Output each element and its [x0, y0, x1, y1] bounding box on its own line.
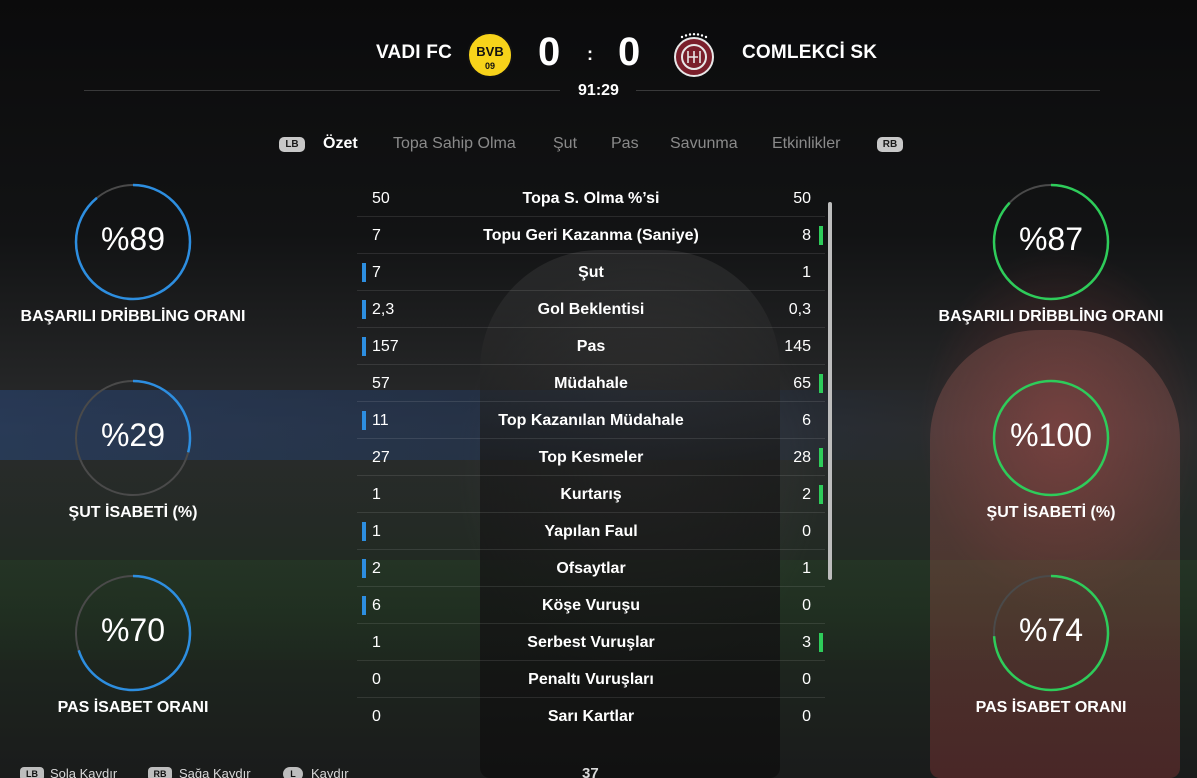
- stat-label: Serbest Vuruşlar: [527, 634, 655, 651]
- stat-row: 2 Ofsaytlar 1: [357, 550, 825, 587]
- home-shot-accuracy-gauge: %29 ŞUT İSABETİ (%): [19, 379, 247, 529]
- stat-row: 1 Yapılan Faul 0: [357, 513, 825, 550]
- away-stat-value: 0,3: [788, 301, 811, 318]
- away-stat-value: 50: [793, 190, 811, 207]
- score-separator: :: [587, 44, 593, 64]
- stat-row: 2,3 Gol Beklentisi 0,3: [357, 291, 825, 328]
- home-crest-sub: 09: [485, 61, 495, 71]
- page-number: 37: [582, 765, 599, 778]
- stat-label: Top Kesmeler: [538, 449, 644, 466]
- stat-row: 7 Topu Geri Kazanma (Saniye) 8: [357, 217, 825, 254]
- away-shot-accuracy-gauge: %100 ŞUT İSABETİ (%): [937, 379, 1165, 529]
- tab-defending[interactable]: Savunma: [670, 135, 738, 153]
- away-stat-value: 1: [802, 264, 811, 281]
- away-stat-value: 2: [802, 486, 811, 503]
- gauge-value: %70: [100, 612, 166, 648]
- tab-events[interactable]: Etkinlikler: [772, 135, 840, 153]
- away-stat-value: 3: [802, 634, 811, 651]
- away-team-crest-icon: [674, 33, 714, 77]
- stat-label: Kurtarış: [560, 486, 622, 503]
- away-stat-value: 6: [802, 412, 811, 429]
- away-stat-value: 145: [784, 338, 811, 355]
- away-stat-value: 65: [793, 375, 811, 392]
- away-dribble-gauge: %87 BAŞARILI DRİBBLİNG ORANI: [937, 183, 1165, 333]
- stats-scrollbar[interactable]: [828, 202, 832, 580]
- home-team-crest-icon: BVB 09: [467, 32, 513, 78]
- hint-scroll-right[interactable]: Sağa Kaydır: [179, 766, 251, 778]
- home-dribble-gauge: %89 BAŞARILI DRİBBLİNG ORANI: [19, 183, 247, 333]
- rb-button-icon[interactable]: RB: [877, 137, 903, 152]
- stat-label: Gol Beklentisi: [537, 301, 645, 318]
- stat-row: 7 Şut 1: [357, 254, 825, 291]
- stat-label: Köşe Vuruşu: [541, 597, 641, 614]
- away-team-name: COMLEKCİ SK: [742, 42, 878, 63]
- hint-scroll[interactable]: Kaydır: [311, 766, 349, 778]
- controller-hints: LB Sola Kaydır RB Sağa Kaydır L Kaydır 3…: [0, 762, 1197, 778]
- tab-passing[interactable]: Pas: [611, 135, 639, 153]
- rb-button-icon: RB: [148, 767, 172, 778]
- gauge-value: %87: [1018, 221, 1084, 257]
- stat-row: 6 Köşe Vuruşu 0: [357, 587, 825, 624]
- tab-summary[interactable]: Özet: [323, 135, 358, 153]
- stat-row: 11 Top Kazanılan Müdahale 6: [357, 402, 825, 439]
- gauge-label: BAŞARILI DRİBBLİNG ORANI: [20, 308, 246, 325]
- gauge-label: ŞUT İSABETİ (%): [986, 504, 1116, 521]
- lb-button-icon[interactable]: LB: [279, 137, 305, 152]
- stat-label: Topa S. Olma %’si: [522, 190, 660, 207]
- stat-row: 57 Müdahale 65: [357, 365, 825, 402]
- stat-label: Sarı Kartlar: [547, 708, 635, 725]
- gauge-value: %74: [1018, 612, 1084, 648]
- home-team-name: VADI FC: [376, 42, 452, 63]
- gauge-value: %29: [100, 417, 166, 453]
- stats-tabs: LB Özet Topa Sahip Olma Şut Pas Savunma …: [0, 132, 1197, 158]
- away-stat-value: 1: [802, 560, 811, 577]
- stat-label: Ofsaytlar: [556, 560, 626, 577]
- stat-row: 27 Top Kesmeler 28: [357, 439, 825, 476]
- stat-row: 0 Penaltı Vuruşları 0: [357, 661, 825, 698]
- stat-row: 157 Pas 145: [357, 328, 825, 365]
- gauge-label: BAŞARILI DRİBBLİNG ORANI: [938, 308, 1164, 325]
- away-stat-value: 0: [802, 708, 811, 725]
- scoreboard: VADI FC BVB 09 0 : 0 COMLEKCİ SK: [0, 26, 1197, 82]
- stat-label: Penaltı Vuruşları: [528, 671, 654, 688]
- stat-label: Top Kazanılan Müdahale: [498, 412, 684, 429]
- stat-label: Topu Geri Kazanma (Saniye): [483, 227, 699, 244]
- gauge-label: PAS İSABET ORANI: [975, 699, 1127, 716]
- match-clock: 91:29: [578, 82, 619, 99]
- away-stat-value: 0: [802, 597, 811, 614]
- stat-label: Pas: [576, 338, 606, 355]
- away-pass-accuracy-gauge: %74 PAS İSABET ORANI: [937, 574, 1165, 724]
- away-stat-value: 28: [793, 449, 811, 466]
- away-score: 0: [618, 30, 641, 74]
- away-stat-value: 8: [802, 227, 811, 244]
- match-stats-table[interactable]: 50 Topa S. Olma %’si 50 7 Topu Geri Kazanma …: [357, 180, 825, 735]
- gauge-label: PAS İSABET ORANI: [57, 699, 209, 716]
- home-score: 0: [538, 30, 561, 74]
- tab-shots[interactable]: Şut: [553, 135, 577, 153]
- stat-label: Müdahale: [554, 375, 628, 392]
- stat-label: Şut: [578, 264, 604, 281]
- left-stick-icon: L: [283, 767, 303, 778]
- stat-row: 1 Serbest Vuruşlar 3: [357, 624, 825, 661]
- home-crest-text: BVB: [476, 44, 503, 59]
- stat-row: 1 Kurtarış 2: [357, 476, 825, 513]
- stat-row: 0 Sarı Kartlar 0: [357, 698, 825, 735]
- hint-scroll-left[interactable]: Sola Kaydır: [50, 766, 117, 778]
- lb-button-icon: LB: [20, 767, 44, 778]
- away-stat-value: 0: [802, 671, 811, 688]
- stat-row: 50 Topa S. Olma %’si 50: [357, 180, 825, 217]
- stat-label: Yapılan Faul: [544, 523, 638, 540]
- tab-possession[interactable]: Topa Sahip Olma: [393, 135, 516, 153]
- gauge-label: ŞUT İSABETİ (%): [68, 504, 198, 521]
- away-stat-value: 0: [802, 523, 811, 540]
- gauge-value: %89: [100, 221, 166, 257]
- gauge-value: %100: [1010, 417, 1092, 453]
- home-pass-accuracy-gauge: %70 PAS İSABET ORANI: [19, 574, 247, 724]
